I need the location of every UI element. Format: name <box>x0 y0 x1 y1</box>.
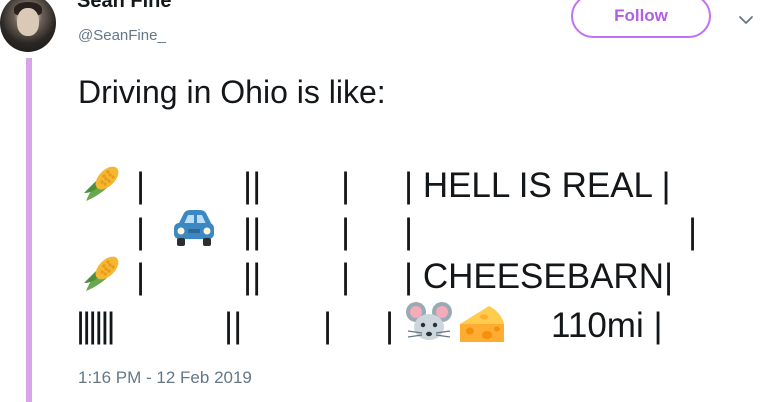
road-segment: | <box>323 306 333 345</box>
corn-emoji <box>84 256 119 291</box>
road-segment: | <box>341 166 351 205</box>
cheese-emoji <box>460 306 504 342</box>
road-sign-text: | HELL IS REAL | <box>404 166 671 205</box>
ascii-road-art: | || | | HELL IS REAL | | || | | | | || … <box>0 0 768 402</box>
road-segment: | <box>136 257 146 296</box>
tweet-timestamp[interactable]: 1:16 PM - 12 Feb 2019 <box>78 368 252 388</box>
corn-emoji <box>84 166 119 201</box>
road-segment: | <box>404 212 414 251</box>
road-sign-text: | CHEESEBARN| <box>404 257 674 296</box>
road-segment: | <box>136 212 146 251</box>
road-segment: || <box>224 306 243 345</box>
road-segment: | <box>385 306 395 345</box>
road-segment: || <box>243 257 262 296</box>
mileage-sign: 110mi | <box>551 306 663 345</box>
road-segment: || <box>243 166 262 205</box>
road-segment: || <box>243 212 262 251</box>
car-emoji <box>174 210 214 246</box>
road-segment: | <box>688 212 698 251</box>
road-segment: | <box>341 257 351 296</box>
road-segment: | <box>136 166 146 205</box>
mouse-emoji <box>406 302 452 340</box>
road-segment: |||||| <box>76 306 116 345</box>
road-segment: | <box>341 212 351 251</box>
